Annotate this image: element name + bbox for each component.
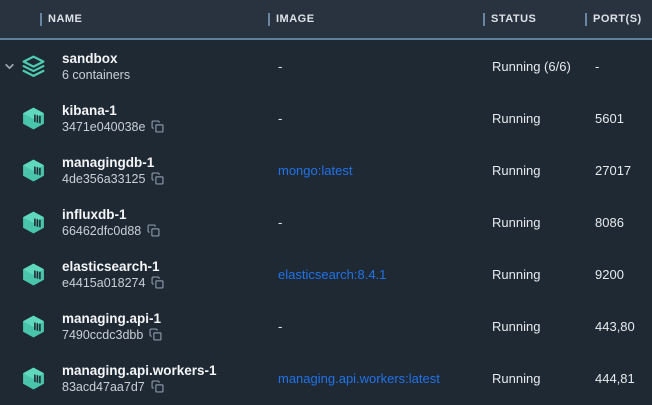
column-label: NAME <box>48 13 82 25</box>
column-header-status[interactable]: STATUS <box>483 13 585 26</box>
status-cell: Running <box>483 267 585 282</box>
ports-cell: 5601 <box>585 111 652 126</box>
image-cell: elasticsearch:8.4.1 <box>268 267 483 282</box>
image-value: - <box>278 111 282 126</box>
image-link[interactable]: mongo:latest <box>278 163 352 178</box>
container-id: 7490ccdc3dbb <box>62 327 143 343</box>
image-value: - <box>278 215 282 230</box>
name-cell: elasticsearch-1 e4415a018274 <box>0 258 268 291</box>
container-box-icon <box>20 157 46 183</box>
container-box-icon <box>20 313 46 339</box>
chevron-down-icon[interactable] <box>3 60 15 72</box>
column-label: IMAGE <box>276 13 315 25</box>
container-id: e4415a018274 <box>62 275 145 291</box>
container-name: elasticsearch-1 <box>62 258 164 275</box>
column-label: PORT(S) <box>593 13 642 25</box>
image-value: - <box>278 319 282 334</box>
copy-icon[interactable] <box>151 172 164 185</box>
table-row[interactable]: influxdb-1 66462dfc0d88 - Running 8086 <box>0 196 652 248</box>
table-row[interactable]: managingdb-1 4de356a33125 mongo:latest R… <box>0 144 652 196</box>
container-name: kibana-1 <box>62 102 164 119</box>
copy-icon[interactable] <box>149 328 162 341</box>
status-cell: Running <box>483 215 585 230</box>
container-box-icon <box>20 365 46 391</box>
ports-text: - <box>595 59 599 74</box>
status-cell: Running <box>483 371 585 386</box>
copy-icon[interactable] <box>151 120 164 133</box>
container-id: 4de356a33125 <box>62 171 145 187</box>
ports-cell: 444,81 <box>585 371 652 386</box>
ports-cell: 27017 <box>585 163 652 178</box>
status-text: Running <box>492 215 540 230</box>
copy-icon[interactable] <box>151 380 164 393</box>
image-cell: - <box>268 111 483 126</box>
name-cell: sandbox 6 containers <box>0 50 268 83</box>
column-header-ports[interactable]: PORT(S) <box>585 13 652 26</box>
status-text: Running (6/6) <box>492 59 571 74</box>
ports-text: 9200 <box>595 267 624 282</box>
ports-text: 8086 <box>595 215 624 230</box>
table-header: NAME IMAGE STATUS PORT(S) <box>0 0 652 40</box>
ports-cell: 443,80 <box>585 319 652 334</box>
container-box-icon <box>20 261 46 287</box>
ports-text: 5601 <box>595 111 624 126</box>
container-name: influxdb-1 <box>62 206 160 223</box>
ports-cell: 8086 <box>585 215 652 230</box>
table-row[interactable]: sandbox 6 containers - Running (6/6) - <box>0 40 652 92</box>
status-text: Running <box>492 111 540 126</box>
status-text: Running <box>492 319 540 334</box>
status-cell: Running <box>483 319 585 334</box>
container-id: 66462dfc0d88 <box>62 223 141 239</box>
image-cell: managing.api.workers:latest <box>268 371 483 386</box>
ports-text: 443,80 <box>595 319 635 334</box>
container-id: 83acd47aa7d7 <box>62 379 145 395</box>
container-box-icon <box>20 209 46 235</box>
table-row[interactable]: managing.api-1 7490ccdc3dbb - Running 44… <box>0 300 652 352</box>
status-cell: Running <box>483 163 585 178</box>
group-name: sandbox <box>62 50 130 67</box>
group-subtext: 6 containers <box>62 67 130 83</box>
image-cell: - <box>268 319 483 334</box>
table-row[interactable]: elasticsearch-1 e4415a018274 elasticsear… <box>0 248 652 300</box>
container-id: 3471e040038e <box>62 119 145 135</box>
container-name: managingdb-1 <box>62 154 164 171</box>
status-cell: Running (6/6) <box>483 59 585 74</box>
column-divider <box>483 13 485 26</box>
ports-cell: 9200 <box>585 267 652 282</box>
image-link[interactable]: elasticsearch:8.4.1 <box>278 267 386 282</box>
container-name: managing.api-1 <box>62 310 162 327</box>
status-cell: Running <box>483 111 585 126</box>
name-cell: influxdb-1 66462dfc0d88 <box>0 206 268 239</box>
image-link[interactable]: managing.api.workers:latest <box>278 371 440 386</box>
column-divider <box>40 13 42 26</box>
stack-layers-icon <box>20 53 46 79</box>
table-row[interactable]: kibana-1 3471e040038e - Running 5601 <box>0 92 652 144</box>
image-value: - <box>278 59 282 74</box>
containers-table: NAME IMAGE STATUS PORT(S) <box>0 0 652 405</box>
image-cell: - <box>268 215 483 230</box>
column-divider <box>268 13 270 26</box>
image-cell: - <box>268 59 483 74</box>
copy-icon[interactable] <box>147 224 160 237</box>
column-header-name[interactable]: NAME <box>0 13 268 26</box>
name-cell: managingdb-1 4de356a33125 <box>0 154 268 187</box>
status-text: Running <box>492 267 540 282</box>
name-cell: managing.api-1 7490ccdc3dbb <box>0 310 268 343</box>
ports-cell: - <box>585 59 652 74</box>
copy-icon[interactable] <box>151 276 164 289</box>
ports-text: 444,81 <box>595 371 635 386</box>
name-cell: managing.api.workers-1 83acd47aa7d7 <box>0 362 268 395</box>
column-label: STATUS <box>491 13 536 25</box>
status-text: Running <box>492 163 540 178</box>
container-box-icon <box>20 105 46 131</box>
name-cell: kibana-1 3471e040038e <box>0 102 268 135</box>
container-name: managing.api.workers-1 <box>62 362 217 379</box>
column-divider <box>585 13 587 26</box>
image-cell: mongo:latest <box>268 163 483 178</box>
column-header-image[interactable]: IMAGE <box>268 13 483 26</box>
table-row[interactable]: managing.api.workers-1 83acd47aa7d7 mana… <box>0 352 652 404</box>
status-text: Running <box>492 371 540 386</box>
ports-text: 27017 <box>595 163 631 178</box>
